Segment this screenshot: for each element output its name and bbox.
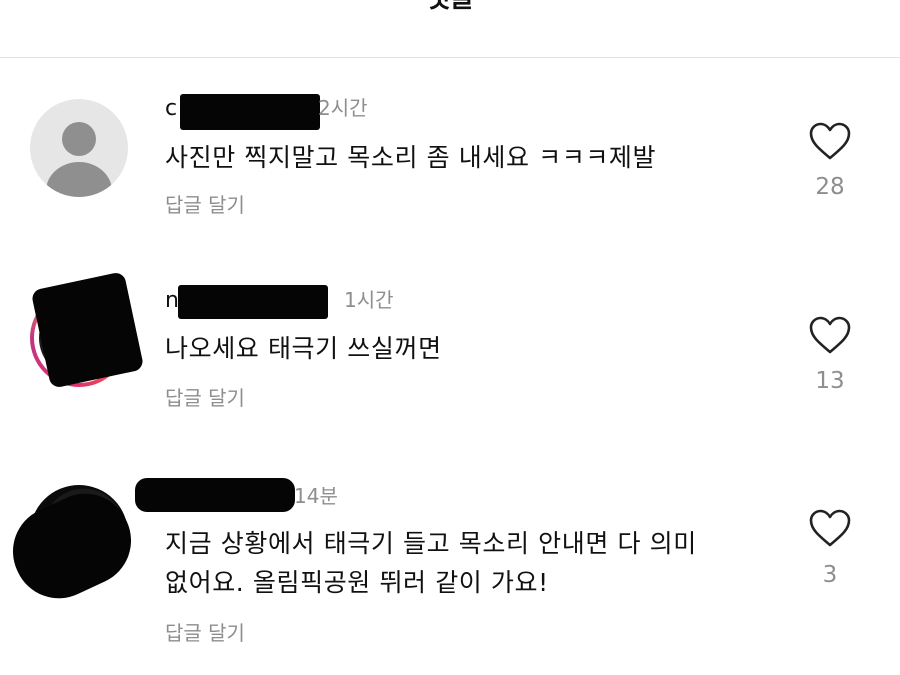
- redacted-username: [135, 478, 295, 512]
- comment-text-line: 나오세요 태극기 쓰실꺼면: [165, 334, 442, 363]
- comment-text-line: 없어요. 올림픽공원 뛰러 같이 가요!: [165, 568, 549, 597]
- reply-button[interactable]: 답글 달기: [165, 388, 245, 408]
- reply-button[interactable]: 답글 달기: [165, 623, 245, 643]
- like-count: 28: [815, 174, 845, 200]
- page-title: 댓글: [0, 0, 900, 12]
- comment-time: 2시간: [318, 96, 368, 120]
- comment-text: 나오세요 태극기 쓰실꺼면: [165, 329, 442, 368]
- default-profile-icon: [46, 122, 112, 197]
- heart-icon: [809, 122, 851, 160]
- reply-button[interactable]: 답글 달기: [165, 195, 245, 215]
- avatar[interactable]: [30, 99, 128, 197]
- like-button[interactable]: [808, 121, 852, 161]
- comment-text-line: 지금 상황에서 태극기 들고 목소리 안내면 다 의미: [165, 529, 697, 558]
- like-count: 13: [815, 368, 845, 394]
- like-button[interactable]: [808, 315, 852, 355]
- heart-icon: [809, 509, 851, 547]
- redacted-username: [180, 94, 320, 130]
- comment-time: 14분: [294, 484, 338, 508]
- comment-text: 사진만 찍지말고 목소리 좀 내세요 ㅋㅋㅋ제발: [165, 138, 656, 177]
- comment-text: 지금 상황에서 태극기 들고 목소리 안내면 다 의미 없어요. 올림픽공원 뛰…: [165, 524, 697, 602]
- heart-icon: [809, 316, 851, 354]
- like-count: 3: [822, 562, 838, 588]
- like-button[interactable]: [808, 508, 852, 548]
- username[interactable]: c: [165, 98, 177, 120]
- redacted-username: [178, 285, 328, 319]
- redacted-avatar: [30, 271, 145, 389]
- comment-text-line: 사진만 찍지말고 목소리 좀 내세요 ㅋㅋㅋ제발: [165, 143, 657, 172]
- comment-time: 1시간: [344, 288, 394, 312]
- header-divider: [0, 57, 900, 58]
- username[interactable]: n: [165, 290, 179, 312]
